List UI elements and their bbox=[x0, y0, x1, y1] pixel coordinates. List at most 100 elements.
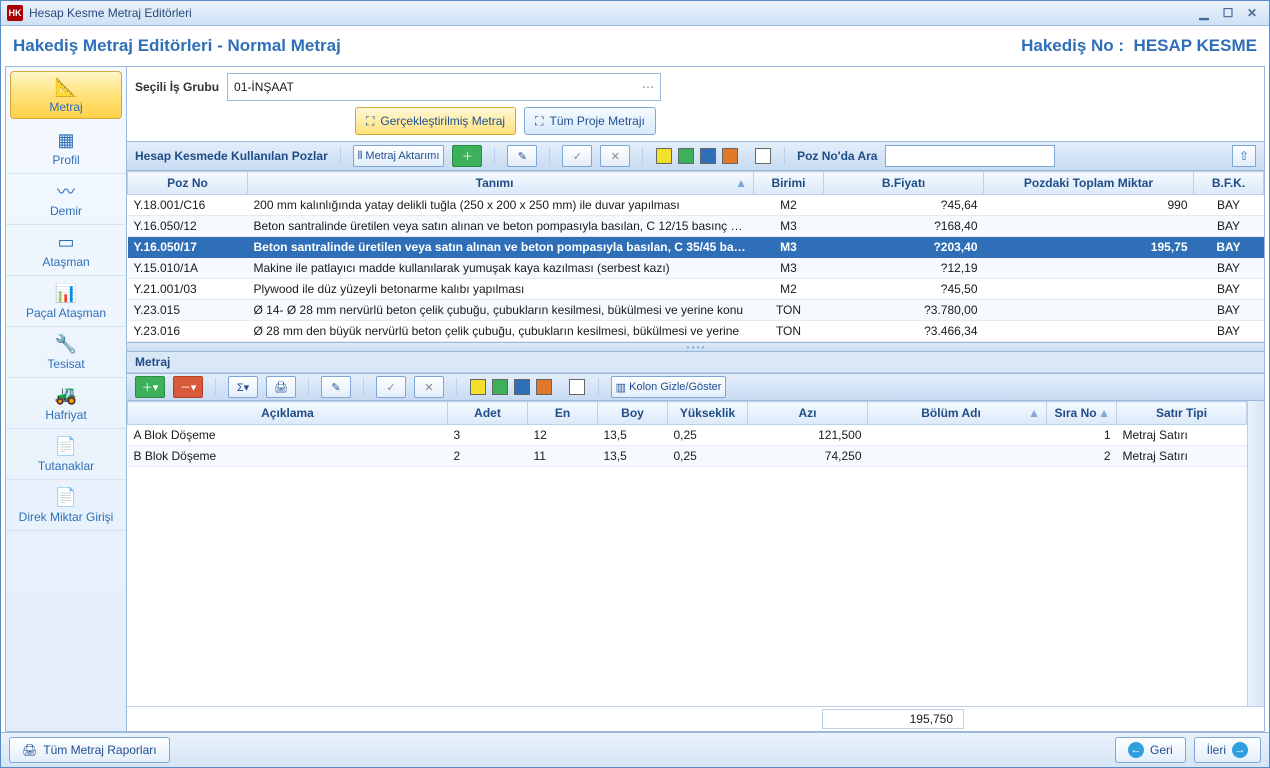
metraj-add-button[interactable]: ＋▾ bbox=[135, 376, 165, 398]
cancel-x-button[interactable]: ✕ bbox=[600, 145, 630, 167]
splitter[interactable]: • • • • bbox=[127, 342, 1264, 352]
all-project-metraj-button[interactable]: ⛶ Tüm Proje Metrajı bbox=[524, 107, 656, 135]
all-reports-button[interactable]: 🖨 Tüm Metraj Raporları bbox=[9, 737, 170, 763]
table-row[interactable]: B Blok Döşeme21113,50,2574,2502Metraj Sa… bbox=[128, 446, 1247, 467]
table-row[interactable]: Y.16.050/17Beton santralinde üretilen ve… bbox=[128, 237, 1264, 258]
col-miktar[interactable]: Pozdaki Toplam Miktar bbox=[984, 172, 1194, 195]
metraj-table-body: A Blok Döşeme31213,50,25121,5001Metraj S… bbox=[128, 425, 1247, 467]
col-tanim[interactable]: Tanımı ▲ bbox=[248, 172, 754, 195]
bottom-bar: 🖨 Tüm Metraj Raporları ← Geri İleri → bbox=[1, 732, 1269, 767]
metraj-table: Açıklama Adet En Boy Yükseklik Azı Bölüm… bbox=[127, 401, 1247, 467]
m-color-green[interactable] bbox=[492, 379, 508, 395]
color-blue[interactable] bbox=[700, 148, 716, 164]
m-color-yellow[interactable] bbox=[470, 379, 486, 395]
metraj-remove-button[interactable]: －▾ bbox=[173, 376, 203, 398]
sidebar-item-hafriyat[interactable]: 🚜 Hafriyat bbox=[6, 378, 126, 429]
m-color-orange[interactable] bbox=[536, 379, 552, 395]
app-window: HK Hesap Kesme Metraj Editörleri ▁ ☐ ✕ H… bbox=[0, 0, 1270, 768]
poz-table-head: Poz No Tanımı ▲ Birimi B.Fiyatı Pozdaki … bbox=[128, 172, 1264, 195]
metraj-color-swatches bbox=[469, 379, 586, 395]
grid-icon: ▦ bbox=[55, 129, 77, 151]
sigma-button[interactable]: Σ▾ bbox=[228, 376, 258, 398]
poz-table: Poz No Tanımı ▲ Birimi B.Fiyatı Pozdaki … bbox=[127, 171, 1264, 342]
edit-button[interactable]: ✎ bbox=[321, 376, 351, 398]
chevron-down-icon: ⋯ bbox=[642, 80, 654, 94]
sidebar-item-atasman[interactable]: ▭ Ataşman bbox=[6, 225, 126, 276]
crop-icon: ⛶ bbox=[366, 114, 374, 129]
collapse-up-button[interactable]: ⇧ bbox=[1232, 145, 1256, 167]
mcol-sirano[interactable]: Sıra No ▲ bbox=[1047, 402, 1117, 425]
mcol-azi[interactable]: Azı bbox=[748, 402, 868, 425]
excavator-icon: 🚜 bbox=[55, 384, 77, 406]
crop-icon: ⛶ bbox=[535, 114, 543, 129]
pozno-search-input[interactable] bbox=[885, 145, 1055, 167]
sidebar-item-direk-miktar[interactable]: 📄 Direk Miktar Girişi bbox=[6, 480, 126, 531]
sidebar-item-demir[interactable]: 〰 Demir bbox=[6, 174, 126, 225]
sidebar-item-metraj[interactable]: 📐 Metraj bbox=[10, 71, 122, 119]
col-bfiyat[interactable]: B.Fiyatı bbox=[824, 172, 984, 195]
poz-panel-header: Hesap Kesmede Kullanılan Pozlar ⫴ Metraj… bbox=[127, 141, 1264, 171]
mcol-aciklama[interactable]: Açıklama bbox=[128, 402, 448, 425]
mcol-bolum[interactable]: Bölüm Adı ▲ bbox=[868, 402, 1047, 425]
titlebar: HK Hesap Kesme Metraj Editörleri ▁ ☐ ✕ bbox=[1, 1, 1269, 26]
color-yellow[interactable] bbox=[656, 148, 672, 164]
sidebar-item-tesisat[interactable]: 🔧 Tesisat bbox=[6, 327, 126, 378]
group-combo[interactable]: 01-İNŞAAT ⋯ bbox=[227, 73, 661, 101]
vertical-scrollbar[interactable] bbox=[1247, 401, 1264, 706]
sidebar-item-pacal-atasman[interactable]: 📊 Paçal Ataşman bbox=[6, 276, 126, 327]
sidebar-item-profil[interactable]: ▦ Profil bbox=[6, 123, 126, 174]
mcol-satirtipi[interactable]: Satır Tipi bbox=[1117, 402, 1247, 425]
table-row[interactable]: Y.23.015Ø 14- Ø 28 mm nervürlü beton çel… bbox=[128, 300, 1264, 321]
table-row[interactable]: Y.21.001/03Plywood ile düz yüzeyli beton… bbox=[128, 279, 1264, 300]
color-white[interactable] bbox=[755, 148, 771, 164]
check-button[interactable]: ✓ bbox=[562, 145, 592, 167]
color-swatches bbox=[655, 148, 772, 164]
chart-icon: 📊 bbox=[55, 282, 77, 304]
metraj-grid-holder: Açıklama Adet En Boy Yükseklik Azı Bölüm… bbox=[127, 401, 1264, 706]
col-bfk[interactable]: B.F.K. bbox=[1194, 172, 1264, 195]
printer-icon: 🖨 bbox=[22, 743, 37, 757]
m-color-white[interactable] bbox=[569, 379, 585, 395]
color-orange[interactable] bbox=[722, 148, 738, 164]
poz-table-body: Y.18.001/C16200 mm kalınlığında yatay de… bbox=[128, 195, 1264, 342]
table-row[interactable]: Y.18.001/C16200 mm kalınlığında yatay de… bbox=[128, 195, 1264, 216]
print-button[interactable]: 🖨 bbox=[266, 376, 296, 398]
color-green[interactable] bbox=[678, 148, 694, 164]
col-pozno[interactable]: Poz No bbox=[128, 172, 248, 195]
mcol-yukseklik[interactable]: Yükseklik bbox=[668, 402, 748, 425]
sort-asc-icon: ▲ bbox=[735, 176, 747, 190]
col-birim[interactable]: Birimi bbox=[754, 172, 824, 195]
kolon-toggle-button[interactable]: ▥ Kolon Gizle/Göster bbox=[611, 376, 727, 398]
app-icon: HK bbox=[7, 5, 23, 21]
close-icon[interactable]: ✕ bbox=[1241, 5, 1263, 21]
minimize-icon[interactable]: ▁ bbox=[1193, 5, 1215, 21]
metraj-section-label: Metraj bbox=[127, 352, 1264, 373]
metraj-cancel-button[interactable]: ✕ bbox=[414, 376, 444, 398]
metraj-table-head: Açıklama Adet En Boy Yükseklik Azı Bölüm… bbox=[128, 402, 1247, 425]
frame-icon: ▭ bbox=[55, 231, 77, 253]
table-row[interactable]: Y.16.050/12Beton santralinde üretilen ve… bbox=[128, 216, 1264, 237]
mcol-adet[interactable]: Adet bbox=[448, 402, 528, 425]
add-button[interactable]: ＋ bbox=[452, 145, 482, 167]
maximize-icon[interactable]: ☐ bbox=[1217, 5, 1239, 21]
sort-asc-icon: ▲ bbox=[1098, 406, 1110, 420]
next-button[interactable]: İleri → bbox=[1194, 737, 1261, 763]
table-row[interactable]: Y.23.016Ø 28 mm den büyük nervürlü beton… bbox=[128, 321, 1264, 342]
sidebar-item-tutanaklar[interactable]: 📄 Tutanaklar bbox=[6, 429, 126, 480]
metraj-toolbar: ＋▾ －▾ Σ▾ 🖨 ✎ ✓ ✕ bbox=[127, 373, 1264, 401]
back-button[interactable]: ← Geri bbox=[1115, 737, 1186, 763]
mcol-en[interactable]: En bbox=[528, 402, 598, 425]
metraj-check-button[interactable]: ✓ bbox=[376, 376, 406, 398]
table-row[interactable]: A Blok Döşeme31213,50,25121,5001Metraj S… bbox=[128, 425, 1247, 446]
sort-asc-icon: ▲ bbox=[1028, 406, 1040, 420]
table-row[interactable]: Y.15.010/1AMakine ile patlayıcı madde ku… bbox=[128, 258, 1264, 279]
metraj-transfer-button[interactable]: ⫴ Metraj Aktarımı bbox=[353, 145, 445, 167]
ruler-pencil-icon: 📐 bbox=[55, 76, 77, 98]
page-title: Hakediş Metraj Editörleri - Normal Metra… bbox=[13, 36, 341, 56]
eraser-button[interactable]: ✎ bbox=[507, 145, 537, 167]
mcol-boy[interactable]: Boy bbox=[598, 402, 668, 425]
document-edit-icon: 📄 bbox=[55, 486, 77, 508]
m-color-blue[interactable] bbox=[514, 379, 530, 395]
sidebar: 📐 Metraj ▦ Profil 〰 Demir ▭ Ataşman 📊 Pa… bbox=[6, 67, 127, 731]
realized-metraj-button[interactable]: ⛶ Gerçekleştirilmiş Metraj bbox=[355, 107, 516, 135]
